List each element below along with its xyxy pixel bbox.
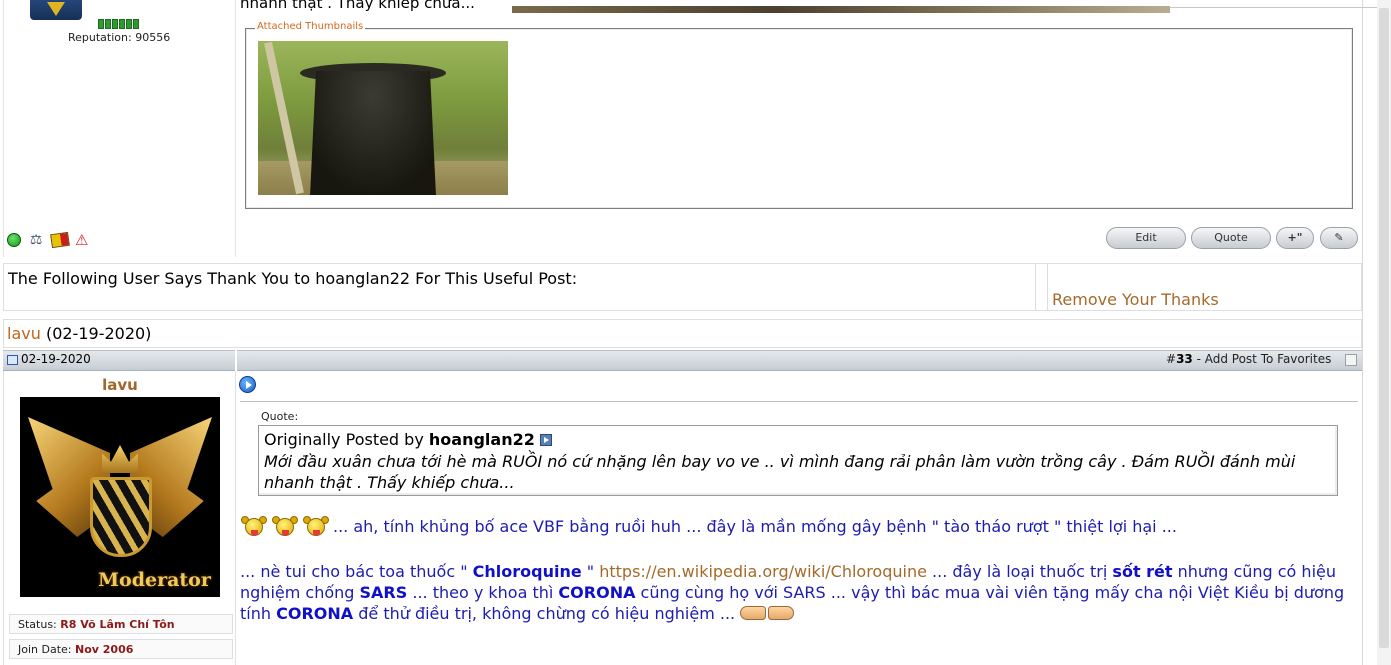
warning-icon[interactable]: ⚠ bbox=[75, 232, 91, 248]
edit-button[interactable]: Edit bbox=[1106, 227, 1186, 249]
post-text: " bbox=[581, 562, 600, 581]
prev-post-snippet: nhanh thật . Thấy khiếp chưa... bbox=[240, 0, 475, 12]
post-arrow-icon bbox=[239, 376, 256, 393]
post-date: 02-19-2020 bbox=[21, 352, 91, 366]
attachment-thumbnail[interactable] bbox=[258, 41, 508, 195]
join-date-value: Nov 2006 bbox=[75, 643, 134, 656]
quick-reply-icon: ✎ bbox=[1334, 231, 1344, 244]
page-border bbox=[1362, 0, 1363, 665]
join-date-row: Join Date: Nov 2006 bbox=[9, 639, 233, 659]
post-number-link[interactable]: 33 bbox=[1176, 352, 1193, 366]
join-date-label: Join Date: bbox=[18, 643, 72, 656]
prev-post-image-edge bbox=[512, 6, 1170, 13]
scale-icon[interactable]: ⚖ bbox=[27, 232, 45, 248]
quote-prefix: Originally Posted by bbox=[264, 430, 424, 449]
post-header-bar bbox=[3, 350, 1362, 371]
post-number: #33 - Add Post To Favorites bbox=[1166, 352, 1331, 366]
thanker-date: (02-19-2020) bbox=[45, 324, 152, 343]
remove-thanks-link[interactable]: Remove Your Thanks bbox=[1052, 290, 1219, 309]
thanks-heading: The Following User Says Thank You to hoa… bbox=[8, 269, 578, 288]
divider bbox=[240, 401, 1358, 402]
view-post-icon[interactable] bbox=[539, 434, 552, 446]
prev-avatar[interactable] bbox=[30, 0, 82, 20]
tongue-smiley-icon bbox=[302, 516, 330, 538]
thanker-name-link[interactable]: lavu bbox=[7, 324, 41, 343]
post-paragraph: ... nè tui cho bác toa thuốc " Chloroqui… bbox=[240, 561, 1362, 624]
post-text-bold: Chloroquine bbox=[472, 562, 582, 581]
avatar[interactable]: Moderator bbox=[20, 397, 220, 597]
multiquote-button[interactable]: +" bbox=[1276, 227, 1314, 249]
divider bbox=[1170, 7, 1377, 8]
tongue-smiley-icon bbox=[240, 516, 268, 538]
post-text-line: ... ah, tính khủng bố ace VBF bằng ruồi … bbox=[333, 517, 1177, 536]
quick-reply-button[interactable]: ✎ bbox=[1320, 227, 1358, 249]
post-icon bbox=[7, 355, 18, 365]
post-text: để thử điều trị, không chừng có hiệu ngh… bbox=[353, 604, 741, 623]
post-text: ... nè tui cho bác toa thuốc " bbox=[240, 562, 473, 581]
avatar-label: Moderator bbox=[98, 569, 211, 591]
status-label: Status: bbox=[18, 618, 57, 631]
post-text: ... đây là loại thuốc trị bbox=[926, 562, 1113, 581]
quote-text: Mới đầu xuân chưa tới hè mà RUỒI nó cứ n… bbox=[264, 452, 1296, 492]
quote-button[interactable]: Quote bbox=[1191, 227, 1271, 249]
smiley-group bbox=[240, 516, 330, 538]
reputation-text: Reputation: 90556 bbox=[68, 31, 171, 44]
handshake-icon bbox=[740, 603, 796, 623]
divider bbox=[1047, 264, 1048, 310]
yellow-red-card-icon[interactable] bbox=[50, 231, 70, 249]
wikipedia-link[interactable]: https://en.wikipedia.org/wiki/Chloroquin… bbox=[599, 562, 927, 581]
quote-author: hoanglan22 bbox=[428, 430, 535, 449]
post-text-bold: CORONA bbox=[276, 604, 354, 623]
tongue-smiley-icon bbox=[271, 516, 299, 538]
post-text-bold: SARS bbox=[359, 583, 408, 602]
quote-label: Quote: bbox=[261, 410, 299, 423]
post-text: ... theo y khoa thì bbox=[407, 583, 559, 602]
online-icon bbox=[7, 233, 21, 247]
user-status-icons: ⚖ ⚠ bbox=[7, 231, 91, 249]
reputation-bar bbox=[98, 19, 139, 29]
post-username[interactable]: lavu bbox=[0, 376, 240, 394]
status-value: R8 Võ Lâm Chí Tôn bbox=[60, 618, 175, 631]
post-text-bold: CORONA bbox=[558, 583, 636, 602]
post-number-prefix: # bbox=[1166, 352, 1177, 366]
divider bbox=[235, 350, 237, 371]
add-to-favorites-link[interactable]: - Add Post To Favorites bbox=[1193, 352, 1332, 366]
divider bbox=[1035, 264, 1036, 310]
thanker-list bbox=[3, 319, 1362, 348]
post-text-bold: sốt rét bbox=[1112, 562, 1173, 581]
user-status-row: Status: R8 Võ Lâm Chí Tôn bbox=[9, 614, 233, 634]
thanker-entry: lavu (02-19-2020) bbox=[7, 324, 151, 343]
quote-attribution: Originally Posted by hoanglan22 bbox=[264, 430, 552, 449]
attached-thumbnails-legend: Attached Thumbnails bbox=[255, 21, 366, 32]
favorites-checkbox[interactable] bbox=[1345, 354, 1357, 366]
scrollbar-thumb[interactable] bbox=[1379, 8, 1389, 648]
